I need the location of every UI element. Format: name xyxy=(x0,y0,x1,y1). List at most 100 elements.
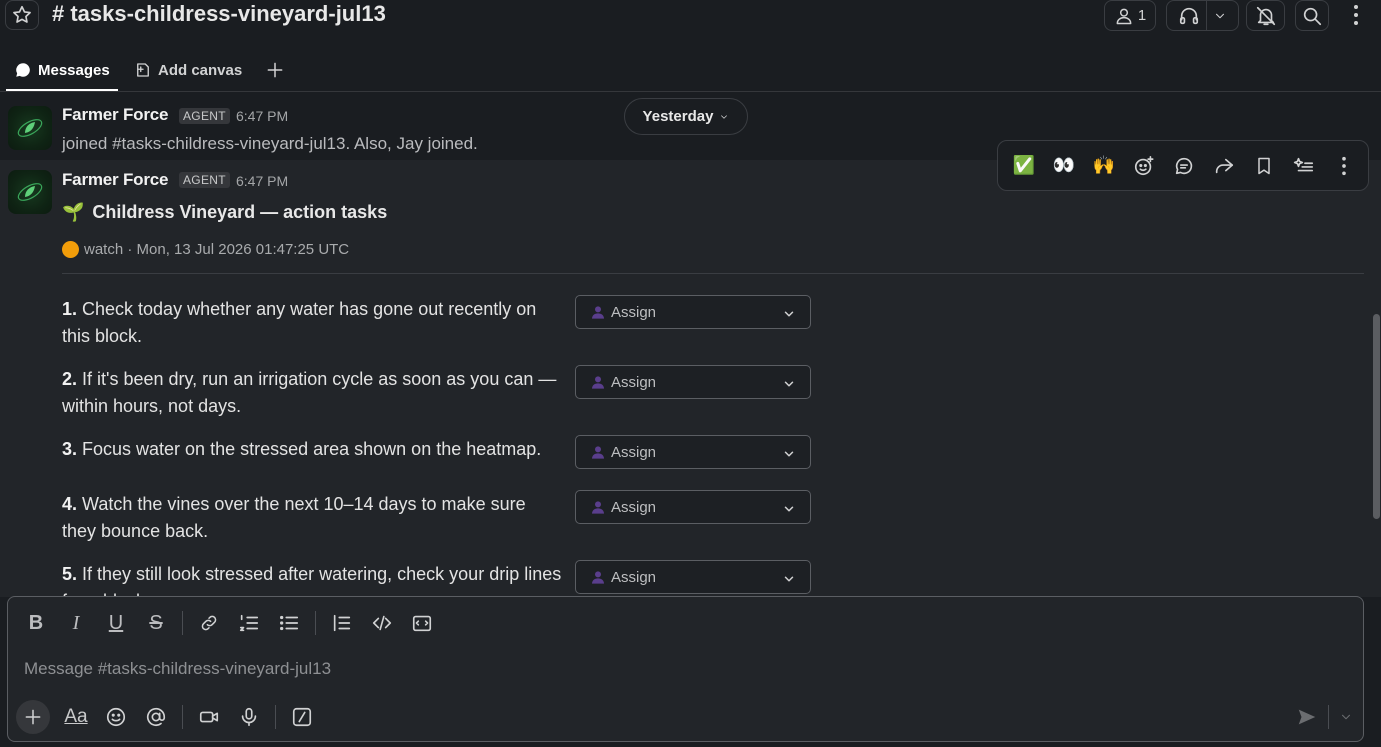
divider xyxy=(275,705,276,729)
plus-icon xyxy=(25,709,41,725)
star-button[interactable] xyxy=(5,0,39,30)
join-message-text: joined #tasks-childress-vineyard-jul13. … xyxy=(62,134,478,153)
tab-messages-label: Messages xyxy=(38,61,110,79)
avatar[interactable] xyxy=(8,106,52,150)
tab-add-canvas[interactable]: Add canvas xyxy=(134,58,242,82)
members-button[interactable]: 1 xyxy=(1104,0,1156,31)
bullet-list-button[interactable] xyxy=(269,607,309,639)
raised-hands-icon: 🙌 xyxy=(1092,155,1116,175)
notifications-button[interactable] xyxy=(1246,0,1285,31)
task-text: Check today whether any water has gone o… xyxy=(62,299,537,346)
avatar[interactable] xyxy=(8,170,52,214)
chevron-down-icon[interactable] xyxy=(1213,9,1227,23)
person-icon xyxy=(592,376,604,389)
formatting-toggle-button[interactable]: Aa xyxy=(56,701,96,733)
emoji-button[interactable] xyxy=(96,701,136,733)
seedling-emoji: 🌱 xyxy=(62,202,85,222)
task-item: 4. Watch the vines over the next 10–14 d… xyxy=(62,491,562,545)
add-emoji-icon xyxy=(1134,155,1154,175)
channel-title[interactable]: # tasks-childress-vineyard-jul13 xyxy=(52,0,386,30)
assign-dropdown[interactable]: Assign xyxy=(575,365,811,399)
more-actions-button[interactable] xyxy=(1324,146,1364,186)
video-clip-button[interactable] xyxy=(189,701,229,733)
status-text: watch · Mon, 13 Jul 2026 01:47:25 UTC xyxy=(84,241,350,258)
reply-thread-button[interactable] xyxy=(1164,146,1204,186)
code-icon xyxy=(372,615,392,631)
assign-label: Assign xyxy=(611,568,657,586)
channel-more-button[interactable] xyxy=(1344,2,1368,28)
underline-button[interactable]: U xyxy=(96,607,136,639)
timestamp[interactable]: 6:47 PM xyxy=(236,173,288,189)
chevron-down-icon xyxy=(784,381,794,387)
person-icon xyxy=(592,306,604,319)
more-vertical-icon xyxy=(1354,5,1358,25)
search-button[interactable] xyxy=(1295,0,1329,31)
task-item: 1. Check today whether any water has gon… xyxy=(62,296,562,350)
react-check-button[interactable]: ✅ xyxy=(1004,146,1044,186)
chevron-down-icon[interactable] xyxy=(1339,710,1353,724)
attach-button[interactable] xyxy=(16,700,50,734)
strikethrough-icon: S xyxy=(149,611,163,634)
message-tasks: Farmer Force AGENT 6:47 PM 🌱 Childress V… xyxy=(0,160,1381,597)
code-block-icon xyxy=(412,615,432,632)
italic-button[interactable]: I xyxy=(56,607,96,639)
react-raised-hands-button[interactable]: 🙌 xyxy=(1084,146,1124,186)
divider xyxy=(182,611,183,635)
divider xyxy=(315,611,316,635)
status-line: watch · Mon, 13 Jul 2026 01:47:25 UTC xyxy=(62,241,349,258)
scrollbar-thumb[interactable] xyxy=(1373,314,1380,519)
task-text: Focus water on the stressed area shown o… xyxy=(77,439,542,459)
date-divider-button[interactable]: Yesterday xyxy=(624,98,748,135)
add-reaction-button[interactable] xyxy=(1124,146,1164,186)
assign-dropdown[interactable]: Assign xyxy=(575,490,811,524)
assign-dropdown[interactable]: Assign xyxy=(575,435,811,469)
mention-button[interactable] xyxy=(136,701,176,733)
star-icon xyxy=(13,5,31,23)
assign-label: Assign xyxy=(611,443,657,461)
card-title: 🌱 Childress Vineyard — action tasks xyxy=(62,202,387,223)
code-button[interactable] xyxy=(362,607,402,639)
forward-button[interactable] xyxy=(1204,146,1244,186)
send-area xyxy=(1296,705,1353,729)
add-tab-button[interactable] xyxy=(265,58,285,82)
ordered-list-button[interactable] xyxy=(229,607,269,639)
message-input[interactable]: Message #tasks-childress-vineyard-jul13 xyxy=(24,659,331,679)
task-text: Watch the vines over the next 10–14 days… xyxy=(62,494,526,541)
eyes-icon: 👀 xyxy=(1052,155,1076,175)
blockquote-button[interactable] xyxy=(322,607,362,639)
chevron-down-icon xyxy=(784,451,794,457)
person-icon xyxy=(592,446,604,459)
react-eyes-button[interactable]: 👀 xyxy=(1044,146,1084,186)
message-bubble-icon xyxy=(16,63,30,77)
slash-command-icon xyxy=(292,707,312,727)
plus-icon xyxy=(267,62,283,78)
task-number: 5. xyxy=(62,564,78,584)
assign-dropdown[interactable]: Assign xyxy=(575,560,811,594)
ai-summary-button[interactable] xyxy=(1284,146,1324,186)
timestamp[interactable]: 6:47 PM xyxy=(236,108,288,124)
tab-canvas-label: Add canvas xyxy=(158,61,243,79)
assign-dropdown[interactable]: Assign xyxy=(575,295,811,329)
bold-button[interactable]: B xyxy=(16,607,56,639)
sender-name[interactable]: Farmer Force xyxy=(62,105,168,125)
bell-icon xyxy=(1256,6,1275,25)
member-count: 1 xyxy=(1137,7,1147,24)
tab-messages[interactable]: Messages xyxy=(14,58,110,82)
message-composer: B I U S Message #tasks-childress-vineyar… xyxy=(7,596,1364,742)
chevron-down-icon xyxy=(721,114,728,119)
strikethrough-button[interactable]: S xyxy=(136,607,176,639)
check-mark-icon: ✅ xyxy=(1012,155,1036,175)
video-camera-icon xyxy=(199,711,219,723)
huddle-button[interactable] xyxy=(1166,0,1239,31)
sparkle-list-icon xyxy=(1293,157,1314,171)
save-button[interactable] xyxy=(1244,146,1284,186)
link-button[interactable] xyxy=(189,607,229,639)
bullet-list-icon xyxy=(280,615,299,631)
divider xyxy=(182,705,183,729)
code-block-button[interactable] xyxy=(402,607,442,639)
audio-clip-button[interactable] xyxy=(229,701,269,733)
send-icon[interactable] xyxy=(1296,706,1318,728)
assign-label: Assign xyxy=(611,303,657,321)
sender-name[interactable]: Farmer Force xyxy=(62,170,168,190)
shortcuts-button[interactable] xyxy=(282,701,322,733)
